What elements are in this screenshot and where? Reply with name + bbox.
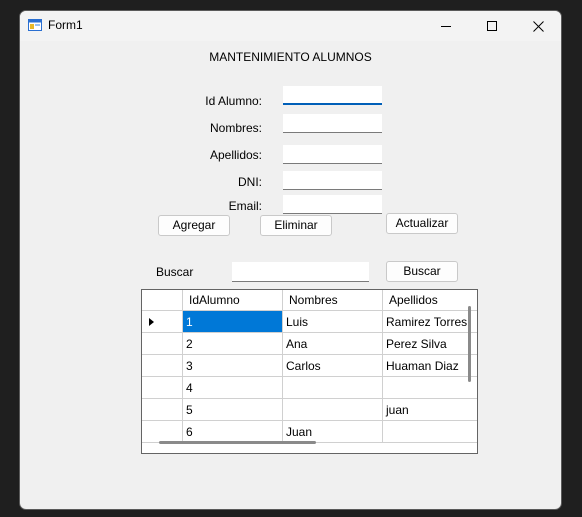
- cell-nombres[interactable]: Carlos: [283, 355, 383, 377]
- cell-nombres[interactable]: [283, 377, 383, 399]
- column-header-nombres[interactable]: Nombres: [283, 290, 383, 311]
- id-alumno-input[interactable]: [283, 86, 382, 105]
- form-heading: MANTENIMIENTO ALUMNOS: [209, 50, 372, 64]
- form-app-icon: [28, 19, 42, 31]
- close-icon: [532, 20, 544, 32]
- nombres-label: Nombres:: [209, 121, 262, 135]
- students-grid[interactable]: IdAlumno Nombres Apellidos 1 Luis Ramirez …: [141, 289, 478, 454]
- agregar-button[interactable]: Agregar: [158, 215, 230, 236]
- row-header[interactable]: [142, 333, 183, 355]
- maximize-button[interactable]: [469, 11, 515, 41]
- email-label: Email:: [228, 199, 262, 213]
- search-input[interactable]: [232, 262, 369, 282]
- buscar-button[interactable]: Buscar: [386, 261, 458, 282]
- close-button[interactable]: [515, 11, 561, 41]
- row-header[interactable]: [142, 399, 183, 421]
- horizontal-scrollbar[interactable]: [159, 441, 316, 444]
- cell-nombres[interactable]: Luis: [283, 311, 383, 333]
- current-row-arrow-icon: [149, 318, 154, 326]
- apellidos-label: Apellidos:: [209, 148, 262, 162]
- apellidos-input[interactable]: [283, 145, 382, 164]
- email-input[interactable]: [283, 195, 382, 214]
- cell-nombres[interactable]: Ana: [283, 333, 383, 355]
- cell-idalumno[interactable]: 2: [183, 333, 283, 355]
- cell-idalumno[interactable]: 6: [183, 421, 283, 443]
- cell-nombres[interactable]: [283, 399, 383, 421]
- cell-apellidos[interactable]: Ramirez Torres: [383, 311, 477, 333]
- cell-apellidos[interactable]: Huaman Diaz: [383, 355, 477, 377]
- cell-apellidos[interactable]: juan: [383, 399, 477, 421]
- eliminar-button[interactable]: Eliminar: [260, 215, 332, 236]
- row-header[interactable]: [142, 377, 183, 399]
- row-header[interactable]: [142, 421, 183, 443]
- dni-input[interactable]: [283, 171, 382, 190]
- buscar-label: Buscar: [156, 265, 194, 279]
- dni-label: DNI:: [238, 175, 262, 189]
- minimize-icon: [441, 26, 451, 27]
- cell-nombres[interactable]: Juan: [283, 421, 383, 443]
- actualizar-button[interactable]: Actualizar: [386, 213, 458, 234]
- column-header-idalumno[interactable]: IdAlumno: [183, 290, 283, 311]
- column-header-apellidos[interactable]: Apellidos: [383, 290, 477, 311]
- form-window: Form1 MANTENIMIENTO ALUMNOS Id Alumno: N…: [19, 10, 562, 510]
- id-alumno-label: Id Alumno:: [205, 94, 262, 108]
- maximize-icon: [487, 21, 497, 31]
- minimize-button[interactable]: [423, 11, 469, 41]
- cell-idalumno[interactable]: 5: [183, 399, 283, 421]
- row-header[interactable]: [142, 311, 183, 333]
- cell-apellidos[interactable]: Perez Silva: [383, 333, 477, 355]
- cell-idalumno[interactable]: 4: [183, 377, 283, 399]
- cell-idalumno[interactable]: 1: [183, 311, 283, 333]
- row-header[interactable]: [142, 355, 183, 377]
- cell-apellidos[interactable]: [383, 377, 477, 399]
- vertical-scrollbar[interactable]: [468, 306, 471, 382]
- grid-corner-header[interactable]: [142, 290, 183, 311]
- cell-apellidos[interactable]: [383, 421, 477, 443]
- cell-idalumno[interactable]: 3: [183, 355, 283, 377]
- nombres-input[interactable]: [283, 114, 382, 133]
- window-title: Form1: [48, 18, 83, 32]
- title-bar[interactable]: Form1: [20, 11, 561, 41]
